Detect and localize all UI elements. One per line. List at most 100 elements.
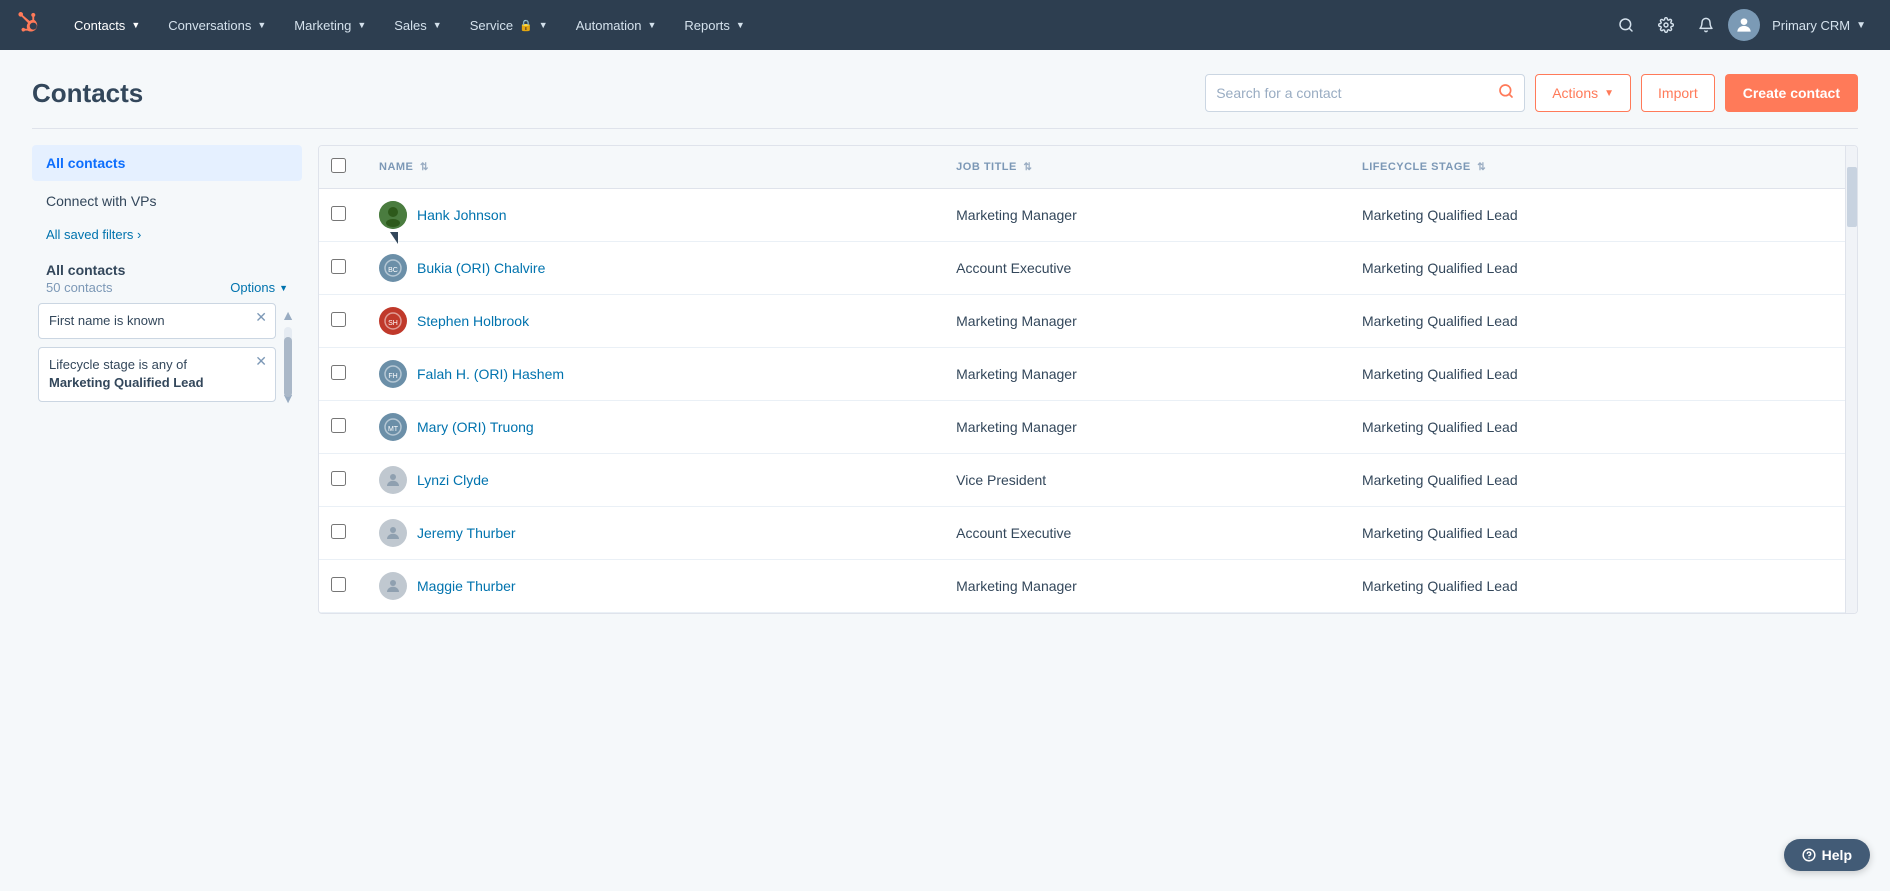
- sidebar-all-saved-filters[interactable]: All saved filters ›: [32, 221, 302, 248]
- select-all-col: [319, 146, 363, 189]
- row-jobtitle-cell-2: Account Executive: [940, 242, 1346, 295]
- contact-link-5[interactable]: MT Mary (ORI) Truong: [379, 413, 924, 441]
- row-checkbox-6[interactable]: [331, 471, 346, 486]
- table-row: Hank Johnson Marketing Manager Marketing…: [319, 189, 1845, 242]
- table-with-scrollbar: NAME ⇅ JOB TITLE ⇅ LIFECYCLE STAGE ⇅: [319, 146, 1857, 613]
- nav-automation[interactable]: Automation ▼: [562, 0, 671, 50]
- filter-area: First name is known ✕ Lifecycle stage is…: [32, 303, 302, 410]
- account-switcher[interactable]: Primary CRM ▼: [1764, 18, 1874, 33]
- row-checkbox-cell: [319, 454, 363, 507]
- nav-reports[interactable]: Reports ▼: [670, 0, 758, 50]
- sidebar-connect-vps[interactable]: Connect with VPs: [32, 183, 302, 219]
- contact-link-6[interactable]: Lynzi Clyde: [379, 466, 924, 494]
- row-checkbox-cell: [319, 242, 363, 295]
- nav-service[interactable]: Service 🔒 ▼: [456, 0, 562, 50]
- job-title-col-header[interactable]: JOB TITLE ⇅: [940, 146, 1346, 189]
- contact-link-2[interactable]: BC Bukia (ORI) Chalvire: [379, 254, 924, 282]
- row-lifecycle-cell-8: Marketing Qualified Lead: [1346, 560, 1845, 613]
- row-checkbox-cell: [319, 295, 363, 348]
- account-chevron-icon: ▼: [1856, 20, 1866, 31]
- page-header: Contacts Actions ▼ Import Create contact: [32, 74, 1858, 112]
- nav-right-area: Primary CRM ▼: [1608, 7, 1874, 43]
- filter-tag-firstname: First name is known ✕: [38, 303, 276, 339]
- actions-button[interactable]: Actions ▼: [1535, 74, 1631, 112]
- service-chevron-icon: ▼: [539, 20, 548, 30]
- contact-link-1[interactable]: Hank Johnson: [379, 201, 924, 229]
- conversations-chevron-icon: ▼: [257, 20, 266, 30]
- sidebar-scroll-indicators: ▲ ▼: [280, 303, 296, 410]
- options-chevron-icon: ▼: [279, 283, 288, 293]
- nav-contacts[interactable]: Contacts ▼: [60, 0, 154, 50]
- table-scrollbar-track: [1845, 146, 1857, 613]
- lifecycle-col-header[interactable]: LIFECYCLE STAGE ⇅: [1346, 146, 1845, 189]
- row-name-cell-8: Maggie Thurber: [363, 560, 940, 613]
- page-title: Contacts: [32, 78, 143, 109]
- search-submit-icon[interactable]: [1498, 83, 1514, 103]
- row-checkbox-4[interactable]: [331, 365, 346, 380]
- search-contact-box: [1205, 74, 1525, 112]
- row-checkbox-3[interactable]: [331, 312, 346, 327]
- service-lock-icon: 🔒: [519, 19, 533, 32]
- contact-link-4[interactable]: FH Falah H. (ORI) Hashem: [379, 360, 924, 388]
- row-checkbox-2[interactable]: [331, 259, 346, 274]
- row-checkbox-cell: [319, 189, 363, 242]
- svg-text:SH: SH: [388, 320, 398, 327]
- notifications-icon-button[interactable]: [1688, 7, 1724, 43]
- contacts-chevron-icon: ▼: [131, 20, 140, 30]
- row-checkbox-cell: [319, 507, 363, 560]
- row-checkbox-1[interactable]: [331, 206, 346, 221]
- table-header-row: NAME ⇅ JOB TITLE ⇅ LIFECYCLE STAGE ⇅: [319, 146, 1845, 189]
- select-all-checkbox[interactable]: [331, 158, 346, 173]
- search-icon-button[interactable]: [1608, 7, 1644, 43]
- row-name-cell-1: Hank Johnson: [363, 189, 940, 242]
- row-checkbox-5[interactable]: [331, 418, 346, 433]
- nav-marketing[interactable]: Marketing ▼: [280, 0, 380, 50]
- scroll-up-icon[interactable]: ▲: [281, 307, 295, 323]
- contacts-table: NAME ⇅ JOB TITLE ⇅ LIFECYCLE STAGE ⇅: [319, 146, 1845, 613]
- contact-link-3[interactable]: SH Stephen Holbrook: [379, 307, 924, 335]
- row-jobtitle-cell-5: Marketing Manager: [940, 401, 1346, 454]
- svg-text:FH: FH: [388, 373, 397, 380]
- table-row: BC Bukia (ORI) Chalvire Account Executiv…: [319, 242, 1845, 295]
- contact-link-8[interactable]: Maggie Thurber: [379, 572, 924, 600]
- help-button[interactable]: Help: [1784, 839, 1870, 871]
- lifecycle-sort-icon: ⇅: [1477, 162, 1486, 173]
- filter-tags-list: First name is known ✕ Lifecycle stage is…: [38, 303, 276, 410]
- filter-remove-lifecycle[interactable]: ✕: [255, 354, 267, 368]
- nav-sales[interactable]: Sales ▼: [380, 0, 455, 50]
- table-row: Maggie Thurber Marketing Manager Marketi…: [319, 560, 1845, 613]
- row-checkbox-8[interactable]: [331, 577, 346, 592]
- sidebar-contact-count: 50 contacts: [46, 280, 113, 295]
- row-lifecycle-cell-2: Marketing Qualified Lead: [1346, 242, 1845, 295]
- user-avatar[interactable]: [1728, 9, 1760, 41]
- svg-text:BC: BC: [388, 267, 398, 274]
- search-contact-input[interactable]: [1216, 85, 1498, 101]
- contact-link-7[interactable]: Jeremy Thurber: [379, 519, 924, 547]
- row-checkbox-cell: [319, 401, 363, 454]
- table-scrollbar-thumb[interactable]: [1847, 167, 1857, 227]
- contacts-table-area: NAME ⇅ JOB TITLE ⇅ LIFECYCLE STAGE ⇅: [318, 145, 1858, 614]
- row-name-cell-4: FH Falah H. (ORI) Hashem: [363, 348, 940, 401]
- filter-remove-firstname[interactable]: ✕: [255, 310, 267, 324]
- filter-scroll-wrapper: First name is known ✕ Lifecycle stage is…: [38, 303, 296, 410]
- hubspot-logo[interactable]: [16, 11, 44, 39]
- create-contact-button[interactable]: Create contact: [1725, 74, 1858, 112]
- name-col-header[interactable]: NAME ⇅: [363, 146, 940, 189]
- row-jobtitle-cell-4: Marketing Manager: [940, 348, 1346, 401]
- row-jobtitle-cell-1: Marketing Manager: [940, 189, 1346, 242]
- sidebar-all-contacts[interactable]: All contacts: [32, 145, 302, 181]
- settings-icon-button[interactable]: [1648, 7, 1684, 43]
- row-jobtitle-cell-6: Vice President: [940, 454, 1346, 507]
- import-button[interactable]: Import: [1641, 74, 1715, 112]
- nav-conversations[interactable]: Conversations ▼: [154, 0, 280, 50]
- row-lifecycle-cell-1: Marketing Qualified Lead: [1346, 189, 1845, 242]
- filter-tag-lifecycle: Lifecycle stage is any of Marketing Qual…: [38, 347, 276, 401]
- svg-text:MT: MT: [388, 426, 399, 433]
- sidebar-options-button[interactable]: Options ▼: [230, 280, 288, 295]
- row-checkbox-7[interactable]: [331, 524, 346, 539]
- main-content: All contacts Connect with VPs All saved …: [32, 145, 1858, 614]
- job-title-sort-icon: ⇅: [1023, 162, 1032, 173]
- row-jobtitle-cell-7: Account Executive: [940, 507, 1346, 560]
- sidebar-count-row: 50 contacts Options ▼: [32, 278, 302, 303]
- page-header-actions: Actions ▼ Import Create contact: [1205, 74, 1858, 112]
